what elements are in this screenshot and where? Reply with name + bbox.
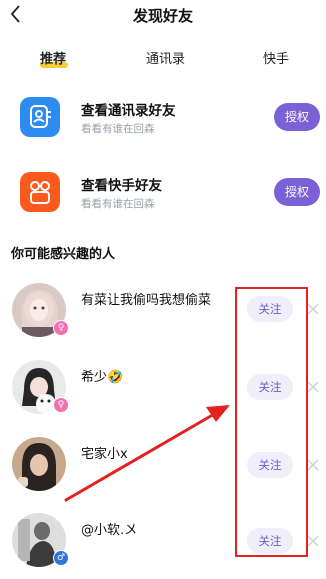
person-name: 希少🤣: [81, 370, 124, 385]
person-name: 有菜让我偷吗我想偷菜: [81, 293, 212, 308]
person-name: 宅家小x: [81, 447, 128, 462]
authorize-contacts-button[interactable]: 授权: [274, 103, 320, 131]
avatar[interactable]: [12, 437, 66, 491]
male-gender-icon: ♂: [53, 550, 69, 566]
tab-contacts[interactable]: 通讯录: [146, 48, 185, 67]
source-title: 查看通讯录好友: [81, 103, 176, 119]
contacts-icon: [20, 97, 60, 137]
contacts-friends-row[interactable]: 查看通讯录好友 看看有谁在回森 授权: [0, 90, 326, 146]
source-subtitle: 看看有谁在回森: [81, 198, 155, 210]
female-gender-icon: ♀: [53, 320, 69, 336]
dismiss-icon[interactable]: [306, 458, 320, 472]
kuaishou-icon: [20, 172, 60, 212]
tab-recommend[interactable]: 推荐: [40, 48, 66, 67]
person-name: @小软.〤: [81, 523, 138, 538]
tab-bar: 推荐 通讯录 快手: [0, 44, 326, 74]
dismiss-icon[interactable]: [306, 302, 320, 316]
kuaishou-friends-row[interactable]: 查看快手好友 看看有谁在回森 授权: [0, 165, 326, 221]
dismiss-icon[interactable]: [306, 534, 320, 548]
female-gender-icon: ♀: [53, 397, 69, 413]
dismiss-icon[interactable]: [306, 380, 320, 394]
page-title: 发现好友: [132, 7, 193, 25]
annotation-highlight-box: [235, 287, 308, 557]
section-title: 你可能感兴趣的人: [11, 247, 116, 262]
authorize-kuaishou-button[interactable]: 授权: [274, 178, 320, 206]
header: 发现好友: [0, 0, 326, 30]
source-subtitle: 看看有谁在回森: [81, 123, 155, 135]
source-title: 查看快手好友: [81, 178, 162, 194]
tab-kuaishou[interactable]: 快手: [263, 48, 289, 67]
